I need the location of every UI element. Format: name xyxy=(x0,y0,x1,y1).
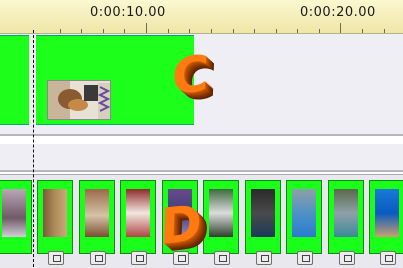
clip-options-button[interactable] xyxy=(90,251,106,265)
storyboard-thumbnail xyxy=(209,189,233,237)
storyboard-clip[interactable] xyxy=(203,180,239,265)
storyboard-clip[interactable] xyxy=(369,180,403,265)
ruler-tick xyxy=(168,29,169,33)
video-clip-previous[interactable] xyxy=(0,35,29,125)
clip-options-button[interactable] xyxy=(214,251,230,265)
clip-options-button[interactable] xyxy=(339,251,355,265)
track-divider xyxy=(0,170,403,172)
storyboard-clip[interactable] xyxy=(37,180,73,265)
ruler-tick xyxy=(60,29,61,33)
timeline-ruler[interactable]: 0:00:10.00 0:00:20.00 xyxy=(0,0,403,34)
storyboard-clip[interactable] xyxy=(79,180,115,265)
playhead-line[interactable] xyxy=(33,30,34,267)
ruler-label-10s: 0:00:10.00 xyxy=(90,5,166,20)
storyboard-thumbnail xyxy=(43,189,67,237)
ruler-major-tick xyxy=(340,23,341,33)
callout-letter-d: D xyxy=(158,193,203,257)
clip-thumbnail-image xyxy=(48,81,110,119)
clip-options-button[interactable] xyxy=(131,251,147,265)
ruler-tick xyxy=(362,29,363,33)
overlay-track[interactable] xyxy=(0,144,403,170)
ruler-tick xyxy=(254,29,255,33)
clip-options-button[interactable] xyxy=(297,251,313,265)
ruler-major-tick xyxy=(146,23,147,33)
storyboard-thumbnail xyxy=(292,189,316,237)
storyboard-clip[interactable] xyxy=(245,180,281,265)
ruler-tick xyxy=(297,29,298,33)
clip-options-button[interactable] xyxy=(256,251,272,265)
ruler-tick xyxy=(124,29,125,33)
storyboard-thumbnail xyxy=(126,189,150,237)
storyboard-clip[interactable] xyxy=(120,180,156,265)
ruler-tick xyxy=(103,29,104,33)
storyboard-clip[interactable] xyxy=(328,180,364,265)
ruler-tick xyxy=(233,29,234,33)
ruler-tick xyxy=(189,29,190,33)
clip-thumbnail xyxy=(47,80,111,120)
ruler-tick xyxy=(81,29,82,33)
storyboard-clip[interactable] xyxy=(0,180,32,254)
ruler-tick xyxy=(211,29,212,33)
ruler-tick xyxy=(319,29,320,33)
ruler-label-20s: 0:00:20.00 xyxy=(300,5,376,20)
storyboard-thumbnail xyxy=(85,189,109,237)
storyboard-clip[interactable] xyxy=(286,180,322,265)
callout-letter-c: C xyxy=(170,44,210,106)
track-divider xyxy=(0,134,403,136)
ruler-tick xyxy=(276,29,277,33)
storyboard-thumbnail xyxy=(375,189,399,237)
storyboard-thumbnail xyxy=(334,189,358,237)
clip-options-button[interactable] xyxy=(380,251,396,265)
ruler-tick xyxy=(384,29,385,33)
storyboard-thumbnail xyxy=(251,189,275,237)
clip-options-button[interactable] xyxy=(48,251,64,265)
storyboard-thumbnail xyxy=(2,189,26,237)
